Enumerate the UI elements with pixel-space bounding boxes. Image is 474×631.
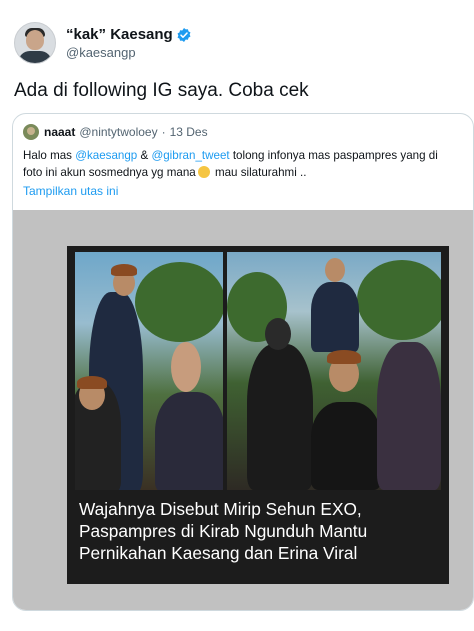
header-separator: · — [161, 125, 166, 139]
author-handle[interactable]: @kaesangp — [66, 45, 192, 60]
caption-line: Paspampres di Kirab Ngunduh Mantu — [79, 521, 368, 541]
quoted-body-line-2: foto ini akun sosmednya yg mana mau sila… — [23, 164, 463, 181]
body-text: mau silaturahmi .. — [211, 166, 307, 179]
caption-line: Wajahnya Disebut Mirip Sehun EXO, — [79, 499, 362, 519]
quoted-media[interactable]: Wajahnya Disebut Mirip Sehun EXO, Paspam… — [13, 210, 473, 610]
body-text: Halo mas — [23, 149, 76, 162]
tweet-text: Ada di following IG saya. Coba cek — [14, 80, 309, 101]
quoted-author-handle[interactable]: @nintytwoloey — [79, 125, 157, 139]
photo-right — [227, 252, 441, 490]
quoted-author-name[interactable]: naaat — [44, 125, 75, 139]
author-display-name-row[interactable]: “kak” Kaesang — [66, 26, 192, 43]
body-text: tolong infonya mas paspampres yang di — [229, 149, 438, 162]
verified-badge-icon — [177, 27, 191, 42]
author-names: “kak” Kaesang @kaesangp — [66, 26, 192, 60]
tweet-header: “kak” Kaesang @kaesangp — [14, 22, 192, 64]
body-text: & — [137, 149, 152, 162]
quoted-tweet-header: naaat @nintytwoloey · 13 Des — [23, 124, 208, 140]
caption-line: Pernikahan Kaesang dan Erina Viral — [79, 543, 358, 563]
news-image: Wajahnya Disebut Mirip Sehun EXO, Paspam… — [67, 246, 449, 584]
author-avatar[interactable] — [14, 22, 56, 64]
photo-left — [75, 252, 223, 490]
body-text: foto ini akun sosmednya yg mana — [23, 166, 196, 179]
news-caption: Wajahnya Disebut Mirip Sehun EXO, Paspam… — [79, 498, 439, 564]
mention-link[interactable]: @kaesangp — [75, 149, 137, 162]
quoted-tweet-body: Halo mas @kaesangp & @gibran_tweet tolon… — [23, 147, 463, 181]
mention-link[interactable]: @gibran_tweet — [151, 149, 229, 162]
quoted-author-avatar[interactable] — [23, 124, 39, 140]
quoted-tweet-card[interactable]: naaat @nintytwoloey · 13 Des Halo mas @k… — [12, 113, 474, 611]
quoted-tweet-date[interactable]: 13 Des — [170, 125, 208, 139]
crying-face-icon — [197, 166, 210, 178]
author-display-name[interactable]: “kak” Kaesang — [66, 26, 173, 43]
quoted-body-line-1: Halo mas @kaesangp & @gibran_tweet tolon… — [23, 147, 463, 164]
show-thread-link[interactable]: Tampilkan utas ini — [23, 184, 118, 198]
